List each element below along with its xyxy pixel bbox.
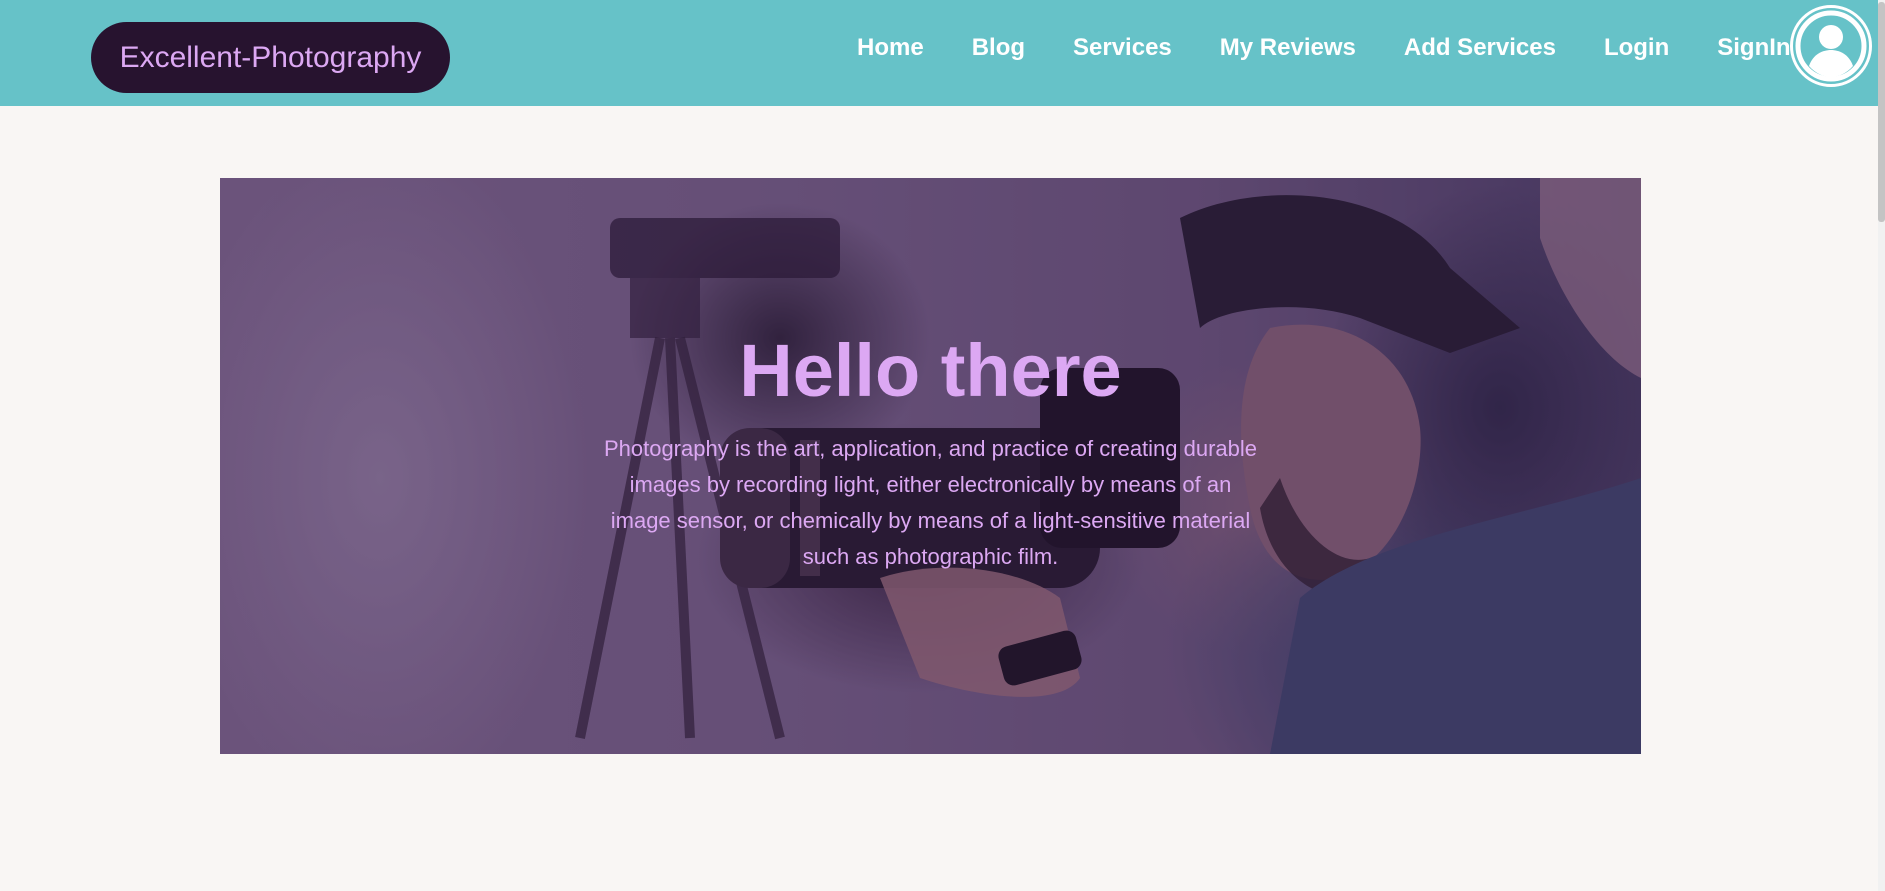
nav-link-signin[interactable]: SignIn — [1717, 34, 1790, 62]
scrollbar-thumb[interactable] — [1878, 2, 1885, 222]
nav-link-home[interactable]: Home — [857, 34, 924, 62]
nav-link-blog[interactable]: Blog — [972, 34, 1025, 62]
hero-title: Hello there — [739, 329, 1122, 412]
page-scrollbar[interactable] — [1878, 0, 1885, 891]
nav-links: Home Blog Services My Reviews Add Servic… — [857, 28, 1791, 68]
hero-content: Hello there Photography is the art, appl… — [220, 178, 1641, 754]
user-avatar-button[interactable] — [1790, 5, 1872, 87]
user-circle-icon — [1795, 10, 1867, 82]
hero-banner: Hello there Photography is the art, appl… — [220, 178, 1641, 754]
hero-description: Photography is the art, application, and… — [603, 436, 1258, 569]
nav-link-my-reviews[interactable]: My Reviews — [1220, 34, 1356, 62]
nav-link-login[interactable]: Login — [1604, 34, 1669, 62]
navbar: Excellent-Photography Home Blog Services… — [0, 0, 1878, 106]
nav-link-add-services[interactable]: Add Services — [1404, 34, 1556, 62]
nav-link-services[interactable]: Services — [1073, 34, 1172, 62]
brand-logo-button[interactable]: Excellent-Photography — [91, 22, 450, 93]
